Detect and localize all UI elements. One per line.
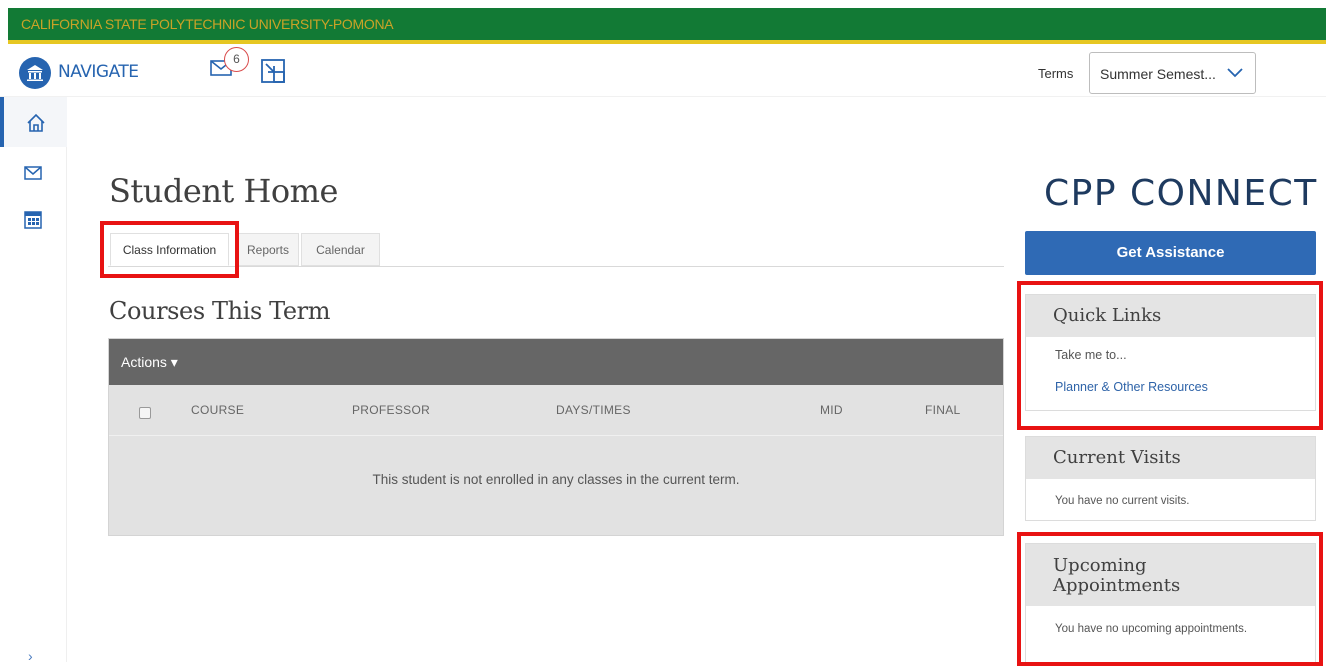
table-divider [109,435,1003,436]
calendar-icon [24,211,42,229]
column-header-final[interactable]: FINAL [925,403,961,417]
tab-bar: Class Information Reports Calendar [108,233,1004,267]
terms-label: Terms [1038,66,1074,81]
home-icon [27,113,45,132]
current-visits-message: You have no current visits. [1055,495,1190,507]
app-name[interactable]: NAVIGATE [58,62,139,82]
terms-selected-value: Summer Semest... [1100,66,1216,82]
sidebar-item-calendar[interactable] [24,209,42,234]
terms-select[interactable]: Summer Semest... [1089,52,1256,94]
page-title: Student Home [109,172,338,210]
university-name: CALIFORNIA STATE POLYTECHNIC UNIVERSITY-… [21,16,394,32]
university-banner: CALIFORNIA STATE POLYTECHNIC UNIVERSITY-… [0,0,1326,47]
highlight-class-information [100,221,239,278]
current-visits-title: Current Visits [1026,437,1315,479]
section-title: Courses This Term [109,297,331,325]
column-header-course[interactable]: COURSE [191,403,244,417]
empty-table-message: This student is not enrolled in any clas… [372,472,740,487]
select-all-checkbox[interactable] [139,407,151,419]
message-count-badge[interactable]: 6 [224,47,249,72]
column-header-professor[interactable]: PROFESSOR [352,403,430,417]
sidebar-item-home[interactable] [0,97,67,147]
highlight-upcoming-appointments [1017,532,1323,666]
get-assistance-button[interactable]: Get Assistance [1025,231,1316,275]
tab-calendar[interactable]: Calendar [301,233,380,266]
brand-title: CPP CONNECT [1044,173,1318,214]
banner-bar: CALIFORNIA STATE POLYTECHNIC UNIVERSITY-… [8,8,1326,44]
navigate-logo-icon[interactable] [19,57,51,89]
tab-reports[interactable]: Reports [237,233,299,266]
sidebar-item-messages[interactable] [24,166,42,185]
actions-bar: Actions ▾ [109,339,1003,385]
highlight-quick-links [1017,281,1323,430]
column-header-mid[interactable]: MID [820,403,843,417]
column-header-days-times[interactable]: DAYS/TIMES [556,403,631,417]
toggle-split-icon[interactable] [260,58,286,89]
courses-table: Actions ▾ COURSE PROFESSOR DAYS/TIMES MI… [108,338,1004,536]
actions-dropdown[interactable]: Actions ▾ [121,354,178,371]
mail-icon [24,166,42,180]
chevron-down-icon [1227,68,1243,78]
current-visits-panel: Current Visits You have no current visit… [1025,436,1316,521]
